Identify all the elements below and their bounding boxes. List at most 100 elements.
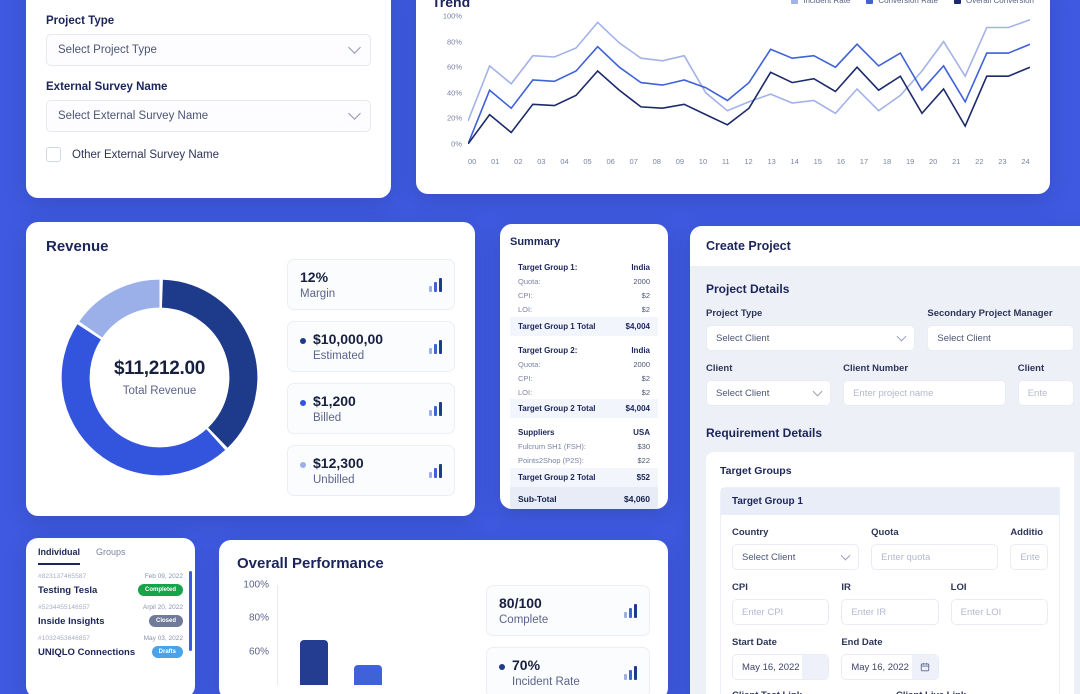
cp-client-extra-label: Client [1017, 363, 1045, 374]
summary-row: CPI: $2 [510, 371, 658, 385]
summary-row: Quota: 2000 [510, 275, 658, 289]
legend-item-conversion-rate: Conversion Rate [866, 0, 938, 5]
other-external-survey-row[interactable]: Other External Survey Name [46, 147, 371, 162]
summary-row: Sub-Total $4,060 [510, 486, 658, 509]
performance-plot [277, 585, 472, 685]
tg-quota-input[interactable]: Enter quota [871, 544, 999, 570]
external-survey-name-field: External Survey Name Select External Sur… [46, 81, 371, 132]
cp-client-number-input[interactable]: Enter project name [843, 380, 1006, 406]
list-item-date: Feb 09, 2022 [144, 573, 183, 580]
revenue-metric-card[interactable]: $1,200 Billed [287, 383, 455, 434]
summary-row: Points2Shop (P2S): $22 [510, 454, 658, 468]
performance-title: Overall Performance [237, 555, 384, 572]
metric-text: 70% Incident Rate [512, 657, 580, 688]
tg-end-date-label: End Date [841, 637, 883, 648]
cp-secondary-pm-select[interactable]: Select Client [927, 325, 1074, 351]
performance-metric-card[interactable]: 80/100 Complete [486, 585, 650, 636]
list-item[interactable]: #1032453646857 May 03, 2022 UNIQLO Connect… [26, 627, 195, 658]
revenue-metric-card[interactable]: $12,300 Unbilled [287, 445, 455, 496]
tg-country-select[interactable]: Select Client [732, 544, 860, 570]
cp-secondary-pm-label: Secondary Project Manager [927, 308, 1053, 319]
trend-card: Trend Incident Rate Conversion Rate Over… [416, 0, 1050, 194]
tg-cpi-label: CPI [732, 582, 748, 593]
summary-row: Target Group 2 Total $52 [510, 467, 658, 487]
trend-x-tick: 18 [882, 157, 892, 166]
revenue-metric-card[interactable]: $10,000,00 Estimated [287, 321, 455, 372]
project-type-label: Project Type [46, 15, 115, 27]
tg-ir-input[interactable]: Enter IR [841, 599, 939, 625]
list-item-name: UNIQLO Connections [38, 646, 136, 658]
project-type-select[interactable]: Select Project Type [46, 34, 371, 66]
project-type-field: Project Type Select Project Type [46, 15, 371, 66]
performance-metric-card[interactable]: 70% Incident Rate [486, 647, 650, 694]
tg-quota-label: Quota [871, 527, 899, 538]
tg-cpi-placeholder: Enter CPI [742, 606, 784, 618]
status-badge: Completed [137, 584, 183, 596]
list-item[interactable]: #823137465587 Feb 09, 2022 Testing Tesla Co… [26, 565, 195, 596]
tg-start-date-label: Start Date [732, 637, 777, 648]
summary-row-value: $22 [637, 456, 650, 465]
metric-text: 80/100 Complete [499, 595, 548, 626]
tab-groups[interactable]: Groups [96, 547, 126, 565]
trend-x-tick: 03 [537, 157, 546, 166]
donut-total-caption: Total Revenue [122, 385, 197, 397]
revenue-donut-chart: $11,212.00 Total Revenue [52, 270, 267, 485]
summary-row-value: $30 [637, 442, 650, 451]
cp-client-select[interactable]: Select Client [706, 380, 832, 406]
status-badge: Closed [148, 615, 183, 627]
metric-text: $10,000,00 Estimated [313, 331, 383, 362]
bar-chart-icon [429, 339, 442, 354]
tg-start-date-input[interactable]: May 16, 2022 [732, 654, 830, 680]
project-list-scroll[interactable]: #823137465587 Feb 09, 2022 Testing Tesla Co… [26, 565, 195, 683]
list-item-name: Testing Tesla [38, 584, 98, 596]
summary-row-label: Target Group 2 Total [518, 472, 596, 482]
cp-project-type-select[interactable]: Select Client [706, 325, 916, 351]
performance-y-tick: 100% [243, 579, 269, 591]
tg-cpi-input[interactable]: Enter CPI [732, 599, 830, 625]
trend-plot: 0% 20% 40% 60% 80% 100% 00 01 02 03 04 05 06 07 08 09 1… [432, 12, 1034, 166]
summary-row-label: Target Group 2 Total [518, 404, 596, 413]
create-project-body: Project Details Project Type Select Clie… [690, 266, 1080, 694]
cp-client-extra-input[interactable]: Ente [1017, 380, 1075, 406]
summary-row: Fulcrum SH1 (FSH): $30 [510, 440, 658, 454]
project-type-value: Select Project Type [58, 44, 157, 56]
tg-additional-placeholder: Ente [1020, 551, 1040, 563]
list-item-id: #1032453646857 [38, 635, 91, 642]
target-groups-title: Target Groups [720, 465, 792, 477]
other-external-survey-checkbox[interactable] [46, 147, 61, 162]
tg-country-field: Country Select Client [732, 527, 860, 570]
trend-x-tick: 15 [813, 157, 822, 166]
trend-x-tick: 09 [675, 157, 685, 166]
status-badge: Drafts [151, 646, 183, 658]
summary-row-label: CPI: [518, 373, 533, 383]
revenue-metric-card[interactable]: 12% Margin [287, 259, 455, 310]
tg-additional-input[interactable]: Ente [1010, 544, 1048, 570]
metric-caption: Margin [300, 288, 336, 300]
tg-end-date-input[interactable]: May 16, 2022 [841, 654, 939, 680]
summary-row: LOI: $2 [510, 303, 658, 317]
calendar-icon[interactable] [911, 655, 938, 679]
trend-x-tick: 16 [836, 157, 846, 166]
chevron-down-icon [812, 386, 823, 396]
cp-project-type-value: Select Client [716, 332, 770, 344]
chevron-down-icon [896, 331, 907, 341]
external-survey-name-select[interactable]: Select External Survey Name [46, 100, 371, 132]
metric-dot-icon [499, 664, 505, 670]
summary-row-value: $4,004 [625, 404, 650, 413]
cp-client-extra-placeholder: Ente [1027, 387, 1048, 399]
summary-row-label: Target Group 2: [518, 345, 578, 355]
legend-item-overall-conversion: Overall Conversion [953, 0, 1034, 5]
legend-label-overall-conversion: Overall Conversion [965, 0, 1034, 5]
performance-y-axis: 100% 80% 60% [237, 580, 269, 685]
list-item-top: #823137465587 Feb 09, 2022 [38, 573, 183, 580]
summary-table: Target Group 1: India Quota: 2000 CPI: $2 LOI:… [510, 257, 658, 509]
trend-x-tick: 23 [998, 157, 1007, 166]
tg-start-date-value: May 16, 2022 [742, 661, 800, 673]
tab-individual[interactable]: Individual [38, 547, 81, 565]
scrollbar-thumb[interactable] [189, 571, 192, 651]
list-item[interactable]: #5234455146557 Arpil 20, 2022 Inside Insig… [26, 596, 195, 627]
summary-row-value: $4,004 [625, 321, 650, 331]
tg-loi-input[interactable]: Enter LOI [950, 599, 1048, 625]
calendar-icon[interactable] [802, 655, 829, 679]
performance-body: 100% 80% 60% 80/100 Complete 70% Incident Rat… [237, 580, 650, 694]
